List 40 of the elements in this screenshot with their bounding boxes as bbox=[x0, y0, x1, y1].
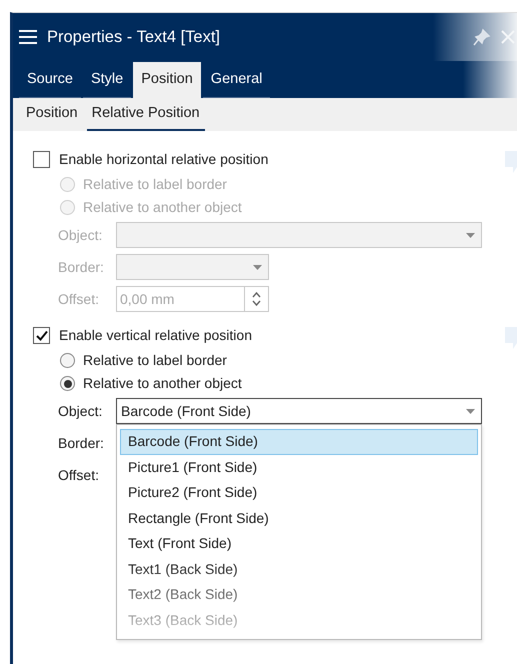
panel-title: Properties - Text4 [Text] bbox=[47, 26, 220, 48]
radio-button[interactable] bbox=[60, 200, 75, 215]
tab[interactable]: Position bbox=[133, 62, 201, 98]
checkbox-label: Enable vertical relative position bbox=[59, 326, 252, 345]
radio-label: Relative to another object bbox=[83, 374, 242, 393]
radio-label: Relative to another object bbox=[83, 198, 242, 217]
subtab[interactable]: Position bbox=[21, 98, 83, 131]
caret-icon[interactable] bbox=[466, 232, 475, 238]
radio-label: Relative to label border bbox=[83, 351, 227, 370]
dropdown-option[interactable]: Picture1 (Front Side) bbox=[120, 454, 478, 480]
field-label: Border: bbox=[58, 258, 105, 276]
field-label: Offset: bbox=[58, 466, 100, 484]
subtab[interactable]: Relative Position bbox=[86, 98, 205, 131]
menu-icon[interactable] bbox=[19, 30, 37, 44]
checkmark-icon bbox=[36, 330, 48, 340]
caret-icon[interactable] bbox=[253, 264, 262, 270]
checkbox[interactable] bbox=[33, 150, 50, 168]
checkbox-label: Enable horizontal relative position bbox=[59, 150, 268, 169]
caret-icon[interactable] bbox=[466, 408, 475, 414]
spinner-value: 0,00 mm bbox=[119, 290, 176, 309]
field-label: Object: bbox=[58, 402, 104, 421]
dropdown-value: Barcode (Front Side) bbox=[121, 402, 251, 421]
dropdown-option[interactable]: Text1 (Back Side) bbox=[120, 556, 478, 582]
checkbox[interactable] bbox=[33, 326, 50, 344]
up-down-arrows-icon[interactable] bbox=[252, 291, 261, 307]
field-label: Offset: bbox=[58, 290, 100, 308]
dropdown-option[interactable]: Text2 (Back Side) bbox=[120, 582, 478, 608]
field-label: Object: bbox=[58, 226, 104, 245]
pin-icon[interactable] bbox=[473, 28, 491, 46]
dropdown-option[interactable]: Text (Front Side) bbox=[120, 531, 478, 556]
radio-button[interactable] bbox=[60, 177, 75, 192]
radio-label: Relative to label border bbox=[83, 175, 227, 194]
dropdown-field[interactable] bbox=[116, 254, 269, 280]
field-label: Border: bbox=[58, 434, 105, 452]
dropdown-option[interactable]: Rectangle (Front Side) bbox=[120, 506, 478, 531]
dropdown-field[interactable] bbox=[116, 222, 482, 248]
radio-button[interactable] bbox=[60, 376, 75, 391]
dropdown-option[interactable]: Barcode (Front Side) bbox=[120, 429, 478, 454]
radio-button[interactable] bbox=[60, 353, 75, 368]
dropdown-option[interactable]: Picture2 (Front Side) bbox=[120, 480, 478, 506]
